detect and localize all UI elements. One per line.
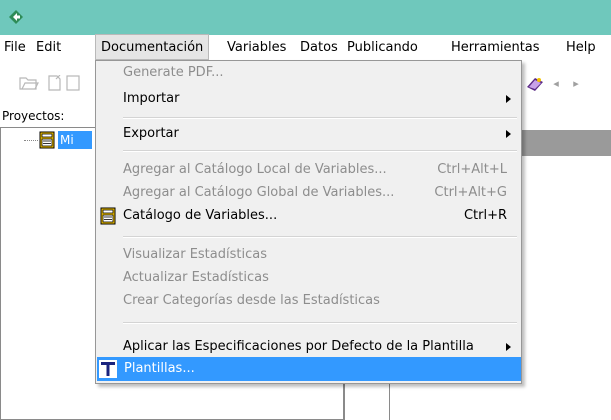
menu-variables[interactable]: Variables — [225, 35, 288, 61]
submenu-arrow-icon — [506, 130, 511, 138]
menu-separator — [123, 322, 517, 324]
menu-item-crear-categorias: Crear Categorías desde las Estadísticas — [96, 289, 521, 313]
open-folder-icon[interactable] — [18, 75, 40, 93]
menu-documentacion[interactable]: Documentación — [95, 34, 210, 60]
save-icon[interactable] — [66, 75, 80, 93]
book-icon[interactable] — [524, 75, 546, 93]
menu-item-shortcut: Ctrl+Alt+G — [434, 185, 507, 200]
menu-item-label: Actualizar Estadísticas — [123, 270, 269, 285]
menu-item-exportar[interactable]: Exportar — [96, 122, 521, 146]
menu-item-label: Aplicar las Especificaciones por Defecto… — [123, 339, 474, 354]
menu-publicando[interactable]: Publicando — [345, 35, 420, 61]
menu-item-visualizar-estadisticas: Visualizar Estadísticas — [96, 243, 521, 267]
menu-item-generate-pdf: Generate PDF... — [96, 61, 521, 85]
catalog-icon — [100, 207, 116, 225]
new-document-icon[interactable] — [44, 74, 66, 93]
menu-item-catalogo-variables[interactable]: Catálogo de Variables... Ctrl+R — [96, 204, 521, 228]
menu-item-aplicar-especificaciones[interactable]: Aplicar las Especificaciones por Defecto… — [96, 335, 521, 359]
app-icon — [9, 10, 23, 24]
submenu-arrow-icon — [506, 95, 511, 103]
menu-item-plantillas[interactable]: Plantillas... — [97, 357, 521, 381]
menu-edit[interactable]: Edit — [34, 35, 63, 61]
documentacion-dropdown: Generate PDF... Importar Exportar Agrega… — [95, 60, 522, 384]
back-arrow-icon[interactable]: ◂ — [548, 75, 564, 93]
menu-item-label: Exportar — [123, 126, 179, 141]
menu-item-label: Plantillas... — [124, 361, 195, 376]
menu-item-shortcut: Ctrl+Alt+L — [437, 162, 507, 177]
menu-item-importar[interactable]: Importar — [96, 87, 521, 111]
template-t-icon — [99, 360, 117, 378]
project-icon — [39, 131, 55, 149]
menu-help[interactable]: Help — [564, 35, 598, 61]
projects-label: Proyectos: — [2, 109, 65, 123]
menu-separator — [123, 236, 517, 238]
tree-connector — [24, 140, 38, 141]
menu-file[interactable]: File — [2, 35, 28, 61]
forward-arrow-icon[interactable]: ▸ — [568, 75, 584, 93]
menu-item-label: Agregar al Catálogo Global de Variables.… — [123, 185, 395, 200]
project-tree-item[interactable]: Mi — [58, 131, 92, 149]
menu-item-shortcut: Ctrl+R — [463, 208, 507, 223]
menu-datos[interactable]: Datos — [298, 35, 340, 61]
menu-separator — [123, 150, 517, 152]
menu-herramientas[interactable]: Herramientas — [449, 35, 542, 61]
menu-separator — [123, 117, 517, 119]
menu-item-label: Catálogo de Variables... — [123, 208, 278, 223]
menu-bar: File Edit Documentación Variables Datos … — [0, 34, 611, 61]
submenu-arrow-icon — [506, 343, 511, 351]
menu-item-label: Agregar al Catálogo Local de Variables..… — [123, 162, 387, 177]
title-bar — [0, 0, 611, 35]
menu-item-label: Importar — [123, 91, 180, 106]
menu-item-agregar-global: Agregar al Catálogo Global de Variables.… — [96, 181, 521, 205]
menu-item-agregar-local: Agregar al Catálogo Local de Variables..… — [96, 158, 521, 182]
menu-item-label: Crear Categorías desde las Estadísticas — [123, 293, 380, 308]
menu-item-label: Visualizar Estadísticas — [123, 247, 267, 262]
menu-item-actualizar-estadisticas: Actualizar Estadísticas — [96, 266, 521, 290]
menu-item-label: Generate PDF... — [123, 65, 224, 80]
